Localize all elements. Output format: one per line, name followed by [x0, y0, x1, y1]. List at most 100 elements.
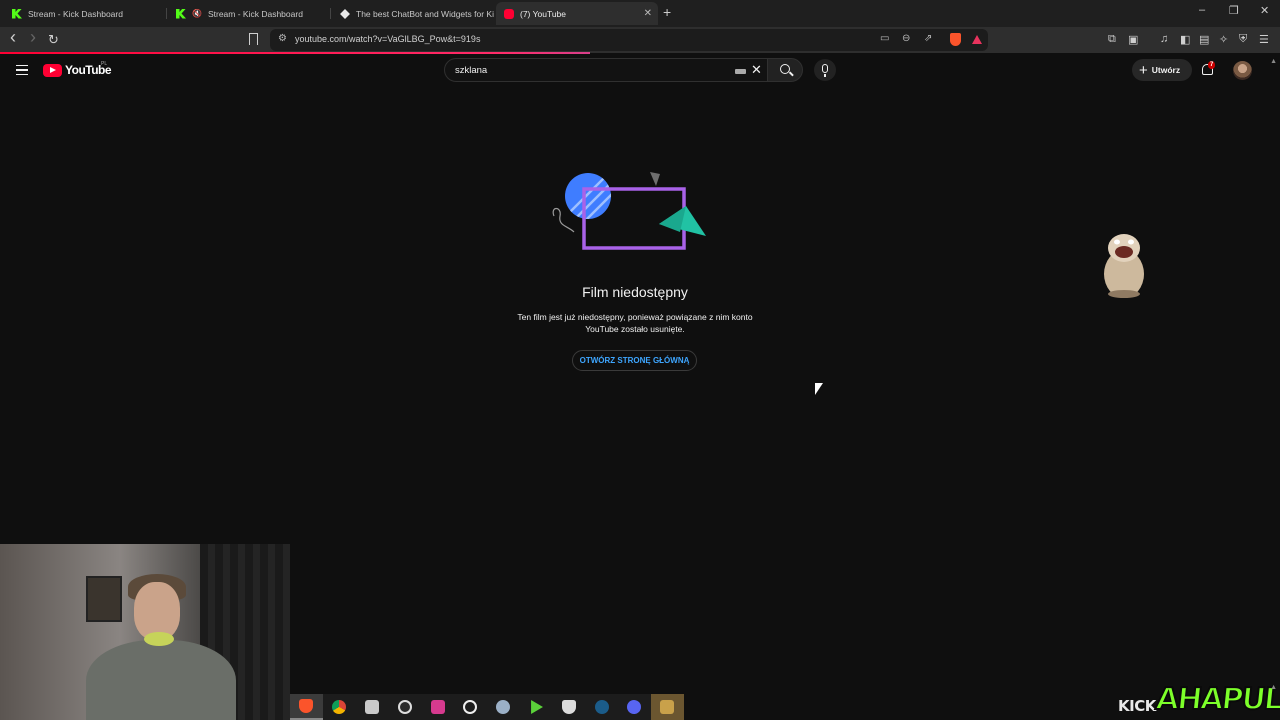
- account-avatar[interactable]: [1233, 61, 1252, 80]
- taskbar-brave[interactable]: [290, 694, 323, 720]
- browser-toolbar: ‹ › ↻ ⚙ youtube.com/watch?v=VaGlLBG_Pow&…: [0, 27, 1280, 53]
- play-icon: [531, 700, 543, 714]
- taskbar-app[interactable]: [487, 694, 520, 720]
- emote-sticker: [1104, 234, 1144, 298]
- tab-title: (7) YouTube: [520, 8, 566, 19]
- browser-tab-youtube[interactable]: (7) YouTube ✕: [496, 2, 658, 25]
- new-tab-button[interactable]: +: [663, 4, 671, 20]
- hamburger-menu-icon[interactable]: [16, 65, 28, 75]
- scroll-down-arrow[interactable]: ▲: [1270, 684, 1277, 691]
- youtube-icon: [504, 8, 514, 19]
- sidebar-icon[interactable]: ◧: [1180, 33, 1190, 46]
- zoom-icon[interactable]: ⊖: [902, 33, 910, 44]
- tab-title: Stream - Kick Dashboard: [207, 8, 303, 19]
- menu-icon[interactable]: ☰: [1259, 33, 1269, 46]
- microphone-icon: [822, 64, 828, 73]
- logitech-icon: [463, 700, 478, 714]
- streamer-body: [86, 640, 236, 720]
- wall-poster: [86, 576, 122, 622]
- chrome-icon: [332, 700, 347, 714]
- taskbar-shield[interactable]: [552, 694, 585, 720]
- tab-title: Stream - Kick Dashboard: [28, 8, 123, 19]
- youtube-play-icon: [43, 63, 62, 77]
- maximize-button[interactable]: ❐: [1229, 4, 1239, 17]
- squiggle-line: [552, 207, 575, 233]
- taskbar: [290, 694, 684, 720]
- cast-icon[interactable]: ▭: [880, 33, 889, 44]
- create-button[interactable]: + Utwórz: [1132, 59, 1192, 81]
- grey-leaf: [650, 172, 660, 186]
- mouse-cursor: [815, 383, 823, 395]
- discord-icon: [627, 700, 642, 714]
- kick-brand-text: KICK: [1118, 697, 1156, 715]
- taskbar-chrome[interactable]: [323, 694, 356, 720]
- scroll-up-arrow[interactable]: ▲: [1270, 58, 1277, 65]
- wallet-card-icon[interactable]: ▤: [1199, 33, 1209, 46]
- tab-close-icon[interactable]: ✕: [644, 8, 652, 19]
- brave-shield-icon[interactable]: [950, 33, 961, 46]
- blue-circle: [565, 173, 611, 219]
- search-input[interactable]: szklana ✕: [444, 58, 768, 82]
- wallet-icon[interactable]: ▣: [1128, 33, 1138, 46]
- close-window-button[interactable]: ✕: [1260, 4, 1269, 17]
- browser-tab-chatbot[interactable]: The best ChatBot and Widgets for Ki: [332, 2, 494, 25]
- forward-button[interactable]: ›: [30, 28, 36, 46]
- url-text[interactable]: youtube.com/watch?v=VaGlLBG_Pow&t=919s: [295, 34, 480, 44]
- extensions-icon[interactable]: ⧉: [1108, 33, 1116, 46]
- tab-separator: [330, 8, 331, 19]
- error-description: Ten film jest już niedostępny, ponieważ …: [517, 312, 753, 334]
- kick-icon: [12, 8, 22, 19]
- share-icon[interactable]: ⇗: [924, 33, 932, 44]
- shield-icon: [561, 700, 576, 714]
- plus-icon: +: [1139, 61, 1148, 79]
- taskbar-discord[interactable]: [618, 694, 651, 720]
- browser-tab-kick-dashboard-2[interactable]: 🔇 Stream - Kick Dashboard: [168, 2, 328, 25]
- taskbar-game-launcher[interactable]: [421, 694, 454, 720]
- error-title: Film niedostępny: [582, 284, 688, 300]
- minimize-button[interactable]: –: [1199, 4, 1205, 16]
- go-to-homepage-button[interactable]: OTWÓRZ STRONĘ GŁÓWNĄ: [572, 350, 697, 371]
- browser-tab-strip: Stream - Kick Dashboard 🔇 Stream - Kick …: [0, 0, 1280, 27]
- taskbar-logitech[interactable]: [454, 694, 487, 720]
- app-icon: [496, 700, 511, 714]
- notification-count-badge: 7: [1208, 61, 1216, 69]
- site-settings-icon[interactable]: ⚙: [278, 33, 287, 44]
- reload-button[interactable]: ↻: [48, 31, 59, 49]
- search-icon: [780, 64, 790, 74]
- muted-speaker-icon[interactable]: 🔇: [192, 9, 202, 18]
- unavailable-illustration: [552, 172, 706, 250]
- brave-icon: [299, 699, 314, 713]
- create-label: Utwórz: [1151, 65, 1181, 75]
- webcam-overlay: [0, 544, 290, 720]
- screen: Stream - Kick Dashboard 🔇 Stream - Kick …: [0, 0, 1280, 720]
- tab-separator: [166, 8, 167, 19]
- channel-name-overlay: AHAPULCO: [1153, 681, 1280, 718]
- tab-title: The best ChatBot and Widgets for Ki: [356, 8, 494, 19]
- diamond-icon: [340, 8, 350, 19]
- league-icon: [660, 700, 675, 714]
- obs-icon: [397, 700, 412, 714]
- youtube-header: YouTube PL szklana ✕ + Utwórz 7: [0, 54, 1280, 86]
- voice-search-button[interactable]: [814, 59, 836, 81]
- kick-icon: [176, 8, 186, 19]
- leo-ai-icon[interactable]: ✧: [1219, 33, 1228, 46]
- music-icon[interactable]: ♫: [1160, 33, 1168, 45]
- microphone-stem: [824, 74, 826, 77]
- steam-icon: [594, 700, 609, 714]
- taskbar-obs[interactable]: [388, 694, 421, 720]
- taskbar-play[interactable]: [520, 694, 553, 720]
- vpn-shield-icon[interactable]: ⛨: [1239, 33, 1247, 46]
- clear-search-icon[interactable]: ✕: [751, 63, 762, 77]
- browser-tab-kick-dashboard-1[interactable]: Stream - Kick Dashboard: [4, 2, 164, 25]
- taskbar-league[interactable]: [650, 694, 684, 720]
- taskbar-files[interactable]: [356, 694, 389, 720]
- search-button[interactable]: [767, 58, 803, 82]
- taskbar-steam[interactable]: [585, 694, 618, 720]
- back-button[interactable]: ‹: [10, 28, 16, 46]
- search-query[interactable]: szklana: [455, 65, 487, 76]
- address-bar[interactable]: ⚙ youtube.com/watch?v=VaGlLBG_Pow&t=919s…: [270, 29, 988, 51]
- brave-rewards-icon[interactable]: [972, 35, 982, 44]
- bookmark-icon[interactable]: [249, 33, 258, 45]
- country-code: PL: [101, 61, 108, 67]
- keyboard-icon[interactable]: [735, 69, 746, 74]
